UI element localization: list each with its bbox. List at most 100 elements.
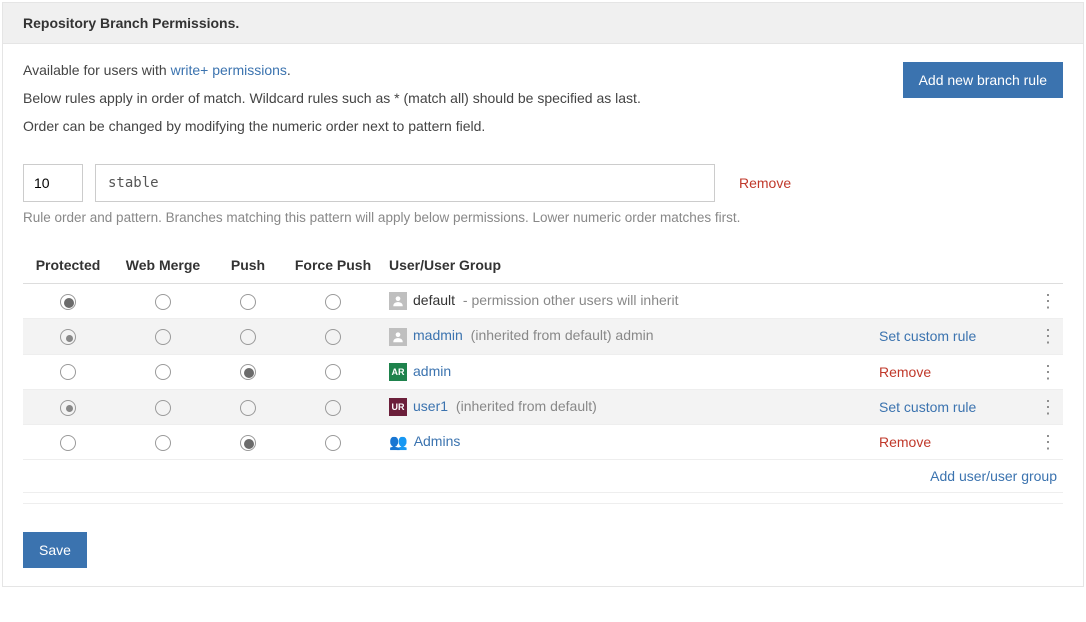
remove-rule-link[interactable]: Remove: [739, 175, 791, 191]
permission-radio[interactable]: [325, 294, 341, 310]
cell-push: [213, 354, 283, 389]
set-custom-rule-link[interactable]: Set custom rule: [879, 399, 976, 415]
avatar-icon: [389, 328, 407, 346]
user-note: - permission other users will inherit: [459, 292, 678, 308]
cell-web_merge: [113, 389, 213, 424]
cell-force_push: [283, 319, 383, 354]
permission-radio[interactable]: [325, 400, 341, 416]
intro-line1-post: .: [287, 62, 291, 78]
user-name: default: [413, 292, 455, 308]
cell-protected: [23, 284, 113, 319]
intro-line-2: Below rules apply in order of match. Wil…: [23, 90, 641, 106]
cell-user: AR admin: [383, 354, 873, 389]
permission-radio[interactable]: [240, 364, 256, 380]
permissions-table: Protected Web Merge Push Force Push User…: [23, 247, 1063, 493]
user-link[interactable]: Admins: [414, 433, 461, 449]
cell-push: [213, 284, 283, 319]
cell-force_push: [283, 425, 383, 460]
row-menu-icon[interactable]: ⋮: [1033, 319, 1063, 354]
cell-push: [213, 319, 283, 354]
remove-user-link[interactable]: Remove: [879, 434, 931, 450]
col-protected: Protected: [23, 247, 113, 284]
cell-action: Remove: [873, 354, 1033, 389]
remove-user-link[interactable]: Remove: [879, 364, 931, 380]
col-web-merge: Web Merge: [113, 247, 213, 284]
permission-radio[interactable]: [60, 400, 76, 416]
cell-web_merge: [113, 319, 213, 354]
table-row: 👥 Admins Remove ⋮: [23, 425, 1063, 460]
cell-user: madmin (inherited from default) admin: [383, 319, 873, 354]
permission-radio[interactable]: [60, 364, 76, 380]
rule-pattern-input[interactable]: [95, 164, 715, 202]
cell-protected: [23, 425, 113, 460]
cell-web_merge: [113, 284, 213, 319]
permission-radio[interactable]: [240, 435, 256, 451]
row-menu-icon[interactable]: ⋮: [1033, 284, 1063, 319]
cell-user: default - permission other users will in…: [383, 284, 873, 319]
cell-web_merge: [113, 354, 213, 389]
rule-inputs: Remove: [23, 164, 1063, 202]
avatar-icon: AR: [389, 363, 407, 381]
col-force-push: Force Push: [283, 247, 383, 284]
footer-separator: [23, 503, 1063, 504]
permission-radio[interactable]: [155, 294, 171, 310]
permission-radio[interactable]: [325, 364, 341, 380]
col-action: [873, 247, 1033, 284]
col-push: Push: [213, 247, 283, 284]
permission-radio[interactable]: [155, 364, 171, 380]
user-link[interactable]: user1: [413, 398, 448, 414]
write-permissions-link[interactable]: write+ permissions: [171, 62, 287, 78]
cell-user: UR user1 (inherited from default): [383, 389, 873, 424]
cell-action: Set custom rule: [873, 389, 1033, 424]
add-user-group-link[interactable]: Add user/user group: [930, 468, 1057, 484]
permission-radio[interactable]: [60, 435, 76, 451]
add-branch-rule-button[interactable]: Add new branch rule: [903, 62, 1063, 98]
permission-radio[interactable]: [155, 329, 171, 345]
panel-title: Repository Branch Permissions.: [3, 3, 1083, 44]
table-header-row: Protected Web Merge Push Force Push User…: [23, 247, 1063, 284]
user-note: (inherited from default) admin: [467, 327, 654, 343]
permission-radio[interactable]: [60, 294, 76, 310]
set-custom-rule-link[interactable]: Set custom rule: [879, 328, 976, 344]
save-row: Save: [23, 532, 1063, 568]
permission-radio[interactable]: [60, 329, 76, 345]
cell-protected: [23, 389, 113, 424]
cell-user: 👥 Admins: [383, 425, 873, 460]
row-menu-icon[interactable]: ⋮: [1033, 425, 1063, 460]
col-user: User/User Group: [383, 247, 873, 284]
table-row: madmin (inherited from default) admin Set…: [23, 319, 1063, 354]
permission-radio[interactable]: [325, 435, 341, 451]
group-icon: 👥: [389, 433, 408, 451]
table-row: default - permission other users will in…: [23, 284, 1063, 319]
user-link[interactable]: madmin: [413, 327, 463, 343]
row-menu-icon[interactable]: ⋮: [1033, 354, 1063, 389]
user-link[interactable]: admin: [413, 363, 451, 379]
permission-radio[interactable]: [240, 400, 256, 416]
intro-text: Available for users with write+ permissi…: [23, 62, 641, 146]
permission-radio[interactable]: [155, 435, 171, 451]
intro-line-3: Order can be changed by modifying the nu…: [23, 118, 641, 134]
table-row: UR user1 (inherited from default) Set cust…: [23, 389, 1063, 424]
avatar-icon: UR: [389, 398, 407, 416]
cell-push: [213, 389, 283, 424]
cell-web_merge: [113, 425, 213, 460]
permission-radio[interactable]: [240, 294, 256, 310]
avatar-icon: [389, 292, 407, 310]
intro-line-1: Available for users with write+ permissi…: [23, 62, 641, 78]
intro-line1-pre: Available for users with: [23, 62, 171, 78]
add-user-row: Add user/user group: [23, 460, 1063, 493]
rule-help-text: Rule order and pattern. Branches matchin…: [23, 210, 1063, 225]
col-menu: [1033, 247, 1063, 284]
cell-action: Remove: [873, 425, 1033, 460]
cell-force_push: [283, 354, 383, 389]
permission-radio[interactable]: [325, 329, 341, 345]
row-menu-icon[interactable]: ⋮: [1033, 389, 1063, 424]
save-button[interactable]: Save: [23, 532, 87, 568]
rule-order-input[interactable]: [23, 164, 83, 202]
cell-force_push: [283, 389, 383, 424]
cell-force_push: [283, 284, 383, 319]
table-row: AR admin Remove ⋮: [23, 354, 1063, 389]
permission-radio[interactable]: [240, 329, 256, 345]
user-note: (inherited from default): [452, 398, 597, 414]
permission-radio[interactable]: [155, 400, 171, 416]
